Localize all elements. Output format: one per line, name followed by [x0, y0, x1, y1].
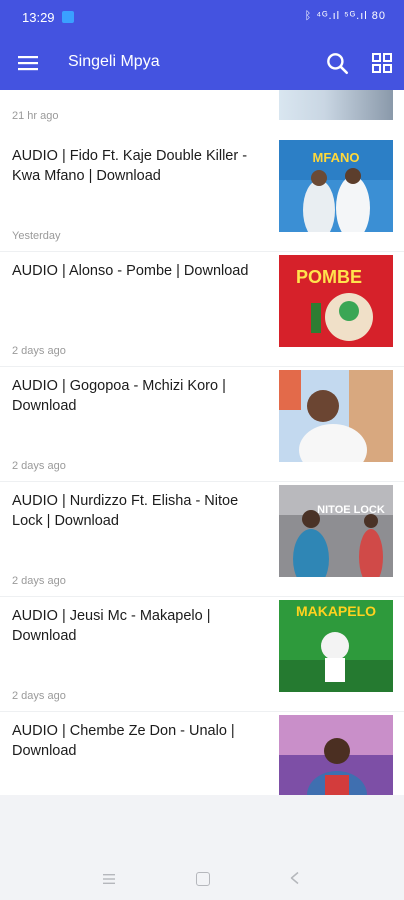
- post-title[interactable]: AUDIO | Chembe Ze Don - Unalo | Download: [12, 721, 264, 761]
- thumbnail[interactable]: MAKAPELO: [279, 600, 393, 692]
- list-item[interactable]: AUDIO | Chembe Ze Don - Unalo | Download: [0, 715, 404, 795]
- post-time: 2 days ago: [12, 690, 66, 702]
- thumbnail[interactable]: [279, 90, 393, 120]
- post-title[interactable]: AUDIO | Nurdizzo Ft. Elisha - Nitoe Lock…: [12, 491, 264, 531]
- post-time: Yesterday: [12, 230, 61, 242]
- menu-icon[interactable]: [16, 51, 40, 75]
- list-item[interactable]: AUDIO | Alonso - Pombe | Download 2 days…: [0, 255, 404, 376]
- thumbnail[interactable]: [279, 715, 393, 795]
- post-title[interactable]: AUDIO | Gogopoa - Mchizi Koro | Download: [12, 376, 264, 416]
- post-time: 21 hr ago: [12, 110, 59, 122]
- status-bar: 13:29 ᛒ ⁴ᴳ.ıl ⁵ᴳ.ıl 80: [0, 0, 404, 36]
- thumbnail[interactable]: [279, 370, 393, 462]
- post-title[interactable]: AUDIO | Jeusi Mc - Makapelo | Download: [12, 606, 264, 646]
- thumbnail-text: MAKAPELO: [296, 603, 376, 619]
- back-icon[interactable]: [288, 871, 302, 885]
- divider: [0, 366, 404, 367]
- divider: [0, 596, 404, 597]
- app-bar: Singeli Mpya: [0, 36, 404, 90]
- divider: [0, 481, 404, 482]
- post-list[interactable]: 21 hr ago AUDIO | Fido Ft. Kaje Double K…: [0, 90, 404, 795]
- post-time: 2 days ago: [12, 575, 66, 587]
- telegram-icon: [62, 11, 74, 23]
- recents-icon[interactable]: [102, 872, 116, 886]
- thumbnail[interactable]: MFANO: [279, 140, 393, 232]
- system-nav-bar: [0, 858, 404, 900]
- grid-view-icon[interactable]: [370, 51, 394, 75]
- thumbnail-text: POMBE: [296, 267, 362, 287]
- divider: [0, 251, 404, 252]
- post-title[interactable]: AUDIO | Fido Ft. Kaje Double Killer - Kw…: [12, 146, 264, 186]
- search-icon[interactable]: [324, 50, 350, 76]
- status-icons: ᛒ ⁴ᴳ.ıl ⁵ᴳ.ıl 80: [304, 10, 386, 22]
- post-time: 2 days ago: [12, 345, 66, 357]
- list-item[interactable]: AUDIO | Fido Ft. Kaje Double Killer - Kw…: [0, 140, 404, 261]
- app-title: Singeli Mpya: [68, 53, 160, 70]
- divider: [0, 711, 404, 712]
- post-time: 2 days ago: [12, 460, 66, 472]
- thumbnail[interactable]: POMBE: [279, 255, 393, 347]
- post-title[interactable]: AUDIO | Alonso - Pombe | Download: [12, 261, 264, 281]
- home-icon[interactable]: [196, 872, 210, 886]
- list-item[interactable]: AUDIO | Nurdizzo Ft. Elisha - Nitoe Lock…: [0, 485, 404, 606]
- thumbnail[interactable]: NITOE LOCK: [279, 485, 393, 577]
- list-item[interactable]: AUDIO | Jeusi Mc - Makapelo | Download 2…: [0, 600, 404, 721]
- thumbnail-text: MFANO: [313, 150, 360, 165]
- status-time: 13:29: [22, 10, 55, 25]
- list-item[interactable]: AUDIO | Gogopoa - Mchizi Koro | Download…: [0, 370, 404, 491]
- thumbnail-text: NITOE LOCK: [317, 504, 385, 516]
